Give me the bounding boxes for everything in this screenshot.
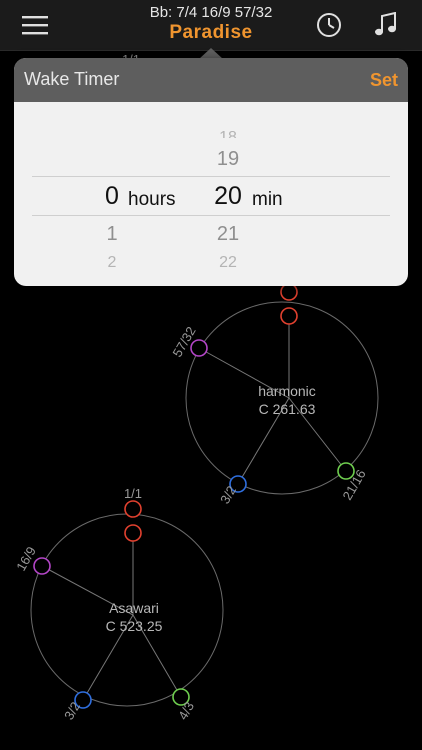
popover-header: Wake Timer Set: [14, 58, 408, 102]
node-purple[interactable]: [33, 557, 51, 575]
node-red[interactable]: [124, 524, 142, 542]
minutes-option[interactable]: 18: [198, 126, 258, 138]
wake-timer-popover: Wake Timer Set 0 hours 1 2 18 19 20 min …: [14, 58, 408, 286]
menu-button[interactable]: [10, 0, 60, 50]
minutes-option[interactable]: 22: [198, 254, 258, 267]
picker-selection-top-line: [32, 176, 390, 177]
minutes-unit-label: min: [252, 189, 283, 210]
scale-circle-harmonic[interactable]: 57/32 3/2 21/16 harmonic C 261.63: [169, 283, 379, 506]
hours-option[interactable]: 2: [82, 254, 142, 267]
minutes-option[interactable]: 19: [198, 148, 258, 171]
scale-name: harmonic: [258, 383, 316, 399]
hamburger-menu-icon: [22, 16, 48, 35]
time-picker[interactable]: 0 hours 1 2 18 19 20 min 21 22: [14, 102, 408, 286]
minutes-option[interactable]: 21: [198, 223, 258, 246]
scale-circle-asawari[interactable]: 1/1 16/9 3/2 4/3 Asawari C 523.25: [13, 486, 224, 722]
timer-button[interactable]: [304, 0, 354, 50]
top-bar: Bb: 7/4 16/9 57/32 Paradise: [0, 0, 422, 51]
header-subtitle: Bb: 7/4 16/9 57/32: [149, 4, 273, 21]
picker-selection-bottom-line: [32, 215, 390, 216]
node-purple[interactable]: [190, 339, 208, 357]
scale-name: Asawari: [109, 600, 159, 616]
node-red[interactable]: [280, 283, 298, 301]
node-red[interactable]: [124, 500, 142, 518]
music-button[interactable]: [361, 0, 411, 50]
node-red[interactable]: [280, 307, 298, 325]
set-button[interactable]: Set: [370, 70, 398, 91]
node-label: 1/1: [124, 486, 142, 501]
scale-pitch: C 523.25: [106, 618, 163, 634]
scale-title: Paradise: [169, 22, 253, 43]
header-title-area[interactable]: Bb: 7/4 16/9 57/32 Paradise: [80, 4, 342, 44]
popover-title: Wake Timer: [24, 69, 120, 89]
music-note-icon: [375, 12, 396, 36]
scale-pitch: C 261.63: [259, 401, 316, 417]
hours-option[interactable]: 1: [82, 223, 142, 246]
clock-icon: [317, 13, 341, 37]
minutes-selected: 20: [214, 182, 242, 210]
hours-unit-label: hours: [128, 189, 176, 210]
